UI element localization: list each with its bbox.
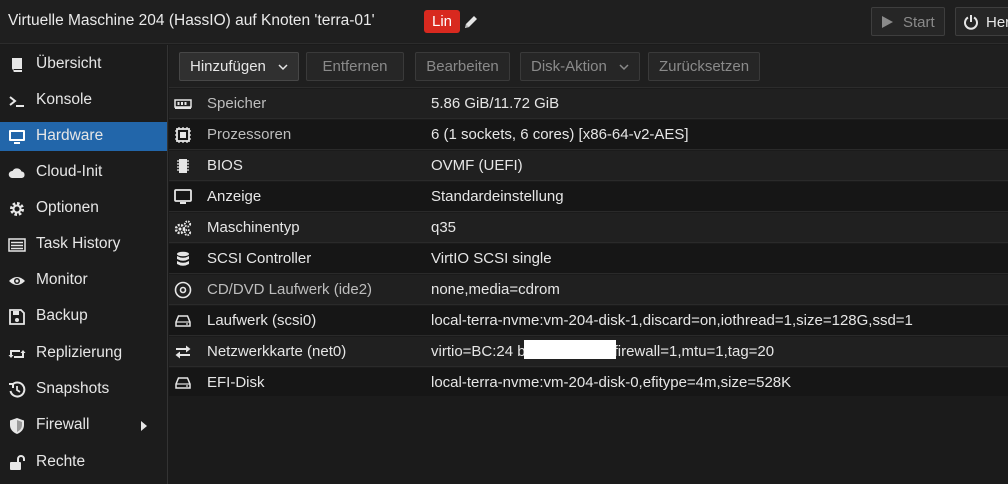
sidebar-item-replizierung[interactable]: Replizierung bbox=[0, 339, 167, 368]
cpu-icon bbox=[175, 127, 191, 143]
table-row[interactable]: Laufwerk (scsi0) local-terra-nvme:vm-204… bbox=[169, 306, 1008, 336]
sidebar-item-label: Konsole bbox=[36, 91, 93, 108]
chevron-down-icon bbox=[278, 64, 288, 70]
cogs-icon bbox=[174, 220, 192, 237]
row-value: 5.86 GiB/11.72 GiB bbox=[431, 95, 560, 112]
row-name: EFI-Disk bbox=[207, 374, 265, 391]
sidebar-item-label: Optionen bbox=[36, 199, 99, 216]
history-icon bbox=[9, 381, 26, 398]
sidebar-item-label: Backup bbox=[36, 307, 88, 324]
sidebar-item-label: Hardware bbox=[36, 127, 104, 144]
remove-button[interactable]: Entfernen bbox=[306, 52, 404, 81]
row-name: Laufwerk (scsi0) bbox=[207, 312, 317, 329]
sidebar-item-snapshots[interactable]: Snapshots bbox=[0, 375, 167, 404]
sidebar-item-label: Rechte bbox=[36, 453, 86, 470]
reset-button[interactable]: Zurücksetzen bbox=[648, 52, 761, 81]
list-icon bbox=[8, 238, 26, 252]
sidebar-item-monitor[interactable]: Monitor bbox=[0, 266, 167, 295]
sidebar-item-label: Cloud-Init bbox=[36, 163, 103, 180]
microchip-icon bbox=[177, 159, 189, 173]
row-value: local-terra-nvme:vm-204-disk-0,efitype=4… bbox=[431, 374, 792, 391]
hardware-toolbar: Hinzufügen Entfernen Bearbeiten Disk-Akt… bbox=[169, 45, 1008, 88]
row-name: Netzwerkkarte (net0) bbox=[207, 343, 347, 360]
table-row[interactable]: SCSI Controller VirtIO SCSI single bbox=[169, 244, 1008, 274]
pencil-icon[interactable] bbox=[462, 13, 480, 31]
row-name: SCSI Controller bbox=[207, 250, 312, 267]
table-row[interactable]: Speicher 5.86 GiB/11.72 GiB bbox=[169, 89, 1008, 119]
row-value: Standardeinstellung bbox=[431, 188, 564, 205]
desktop-icon bbox=[9, 130, 25, 144]
row-value: OVMF (UEFI) bbox=[431, 157, 523, 174]
sidebar-item-konsole[interactable]: Konsole bbox=[0, 86, 167, 115]
table-row[interactable]: CD/DVD Laufwerk (ide2) none,media=cdrom bbox=[169, 275, 1008, 305]
sidebar-item-label: Replizierung bbox=[36, 344, 123, 361]
eye-icon bbox=[9, 277, 25, 285]
row-name: Anzeige bbox=[207, 188, 262, 205]
disk-action-button[interactable]: Disk-Aktion bbox=[520, 52, 641, 81]
power-icon bbox=[964, 15, 978, 30]
sidebar-item-backup[interactable]: Backup bbox=[0, 302, 167, 331]
page-title: Virtuelle Maschine 204 (HassIO) auf Knot… bbox=[8, 12, 375, 29]
row-name: Prozessoren bbox=[207, 126, 292, 143]
caret-right-icon[interactable] bbox=[139, 420, 149, 432]
sidebar-item-label: Monitor bbox=[36, 271, 88, 288]
title-bar: Virtuelle Maschine 204 (HassIO) auf Knot… bbox=[0, 0, 1008, 44]
table-row[interactable]: Anzeige Standardeinstellung bbox=[169, 182, 1008, 212]
row-name: BIOS bbox=[207, 157, 243, 174]
sidebar-item-label: Snapshots bbox=[36, 380, 110, 397]
table-row[interactable]: Prozessoren 6 (1 sockets, 6 cores) [x86-… bbox=[169, 120, 1008, 150]
shield-icon bbox=[10, 418, 24, 434]
edit-button[interactable]: Bearbeiten bbox=[415, 52, 510, 81]
sidebar-item-cloud-init[interactable]: Cloud-Init bbox=[0, 158, 167, 187]
floppy-icon bbox=[9, 309, 25, 325]
start-button[interactable]: Start bbox=[871, 7, 945, 36]
unlock-icon bbox=[10, 455, 25, 470]
grid-empty-area bbox=[169, 396, 1008, 484]
row-value: local-terra-nvme:vm-204-disk-1,discard=o… bbox=[431, 312, 913, 329]
sidebar-item-rechte[interactable]: Rechte bbox=[0, 448, 167, 477]
monitor-icon bbox=[174, 189, 192, 204]
sidebar-item-hardware[interactable]: Hardware bbox=[0, 122, 167, 151]
sidebar-item-uebersicht[interactable]: Übersicht bbox=[0, 50, 167, 79]
sidebar-item-label: Übersicht bbox=[36, 55, 102, 72]
start-label: Start bbox=[903, 14, 935, 31]
cdrom-icon bbox=[174, 281, 192, 299]
sidebar-item-label: Firewall bbox=[36, 416, 90, 433]
table-row[interactable]: Maschinentyp q35 bbox=[169, 213, 1008, 243]
play-icon bbox=[882, 16, 893, 28]
database-icon bbox=[177, 251, 189, 266]
row-name: Speicher bbox=[207, 95, 267, 112]
table-row[interactable]: EFI-Disk local-terra-nvme:vm-204-disk-0,… bbox=[169, 368, 1008, 398]
terminal-icon bbox=[9, 96, 24, 107]
redaction-box bbox=[524, 340, 616, 359]
memory-icon bbox=[174, 99, 192, 109]
book-icon bbox=[12, 58, 22, 72]
add-label: Hinzufügen bbox=[190, 58, 266, 75]
sidebar-item-optionen[interactable]: Optionen bbox=[0, 194, 167, 223]
row-value: 6 (1 sockets, 6 cores) [x86-64-v2-AES] bbox=[431, 126, 689, 143]
sidebar: Übersicht Konsole Hardware Cloud-Init Op… bbox=[0, 45, 168, 484]
row-name: CD/DVD Laufwerk (ide2) bbox=[207, 281, 373, 298]
sidebar-item-label: Task History bbox=[36, 235, 121, 252]
hdd-icon bbox=[175, 315, 191, 327]
table-row[interactable]: BIOS OVMF (UEFI) bbox=[169, 151, 1008, 181]
gear-icon bbox=[10, 202, 24, 216]
sidebar-item-task-history[interactable]: Task History bbox=[0, 230, 167, 259]
shutdown-label: Herunterfahren bbox=[986, 14, 1008, 31]
sidebar-item-firewall[interactable]: Firewall bbox=[0, 411, 167, 440]
shutdown-button[interactable]: Herunterfahren bbox=[955, 7, 1008, 36]
chevron-down-icon bbox=[619, 64, 629, 70]
row-name: Maschinentyp bbox=[207, 219, 300, 236]
disk-action-label: Disk-Aktion bbox=[531, 58, 607, 75]
add-button[interactable]: Hinzufügen bbox=[179, 52, 300, 81]
row-value: q35 bbox=[431, 219, 457, 236]
tag-badge[interactable]: Lin bbox=[424, 10, 461, 33]
row-value: VirtIO SCSI single bbox=[431, 250, 552, 267]
row-value: none,media=cdrom bbox=[431, 281, 560, 298]
retweet-icon bbox=[8, 350, 26, 358]
hdd-icon bbox=[175, 377, 191, 389]
exchange-icon bbox=[175, 345, 191, 359]
cloud-icon bbox=[8, 168, 25, 178]
